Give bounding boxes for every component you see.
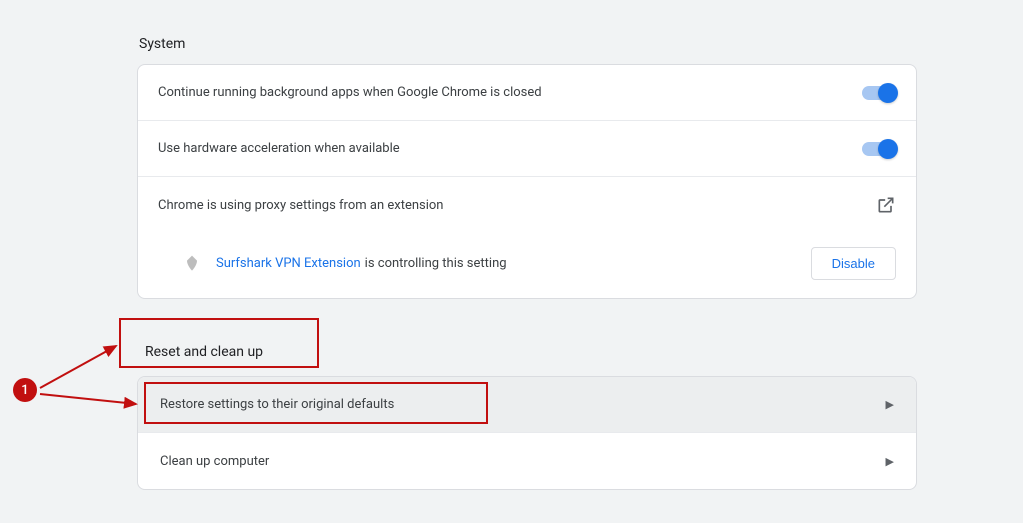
chevron-right-icon: ▶: [886, 455, 894, 468]
extension-msg: is controlling this setting: [365, 256, 507, 271]
hw-accel-toggle[interactable]: [862, 142, 896, 156]
proxy-label: Chrome is using proxy settings from an e…: [158, 198, 876, 213]
chevron-right-icon: ▶: [886, 398, 894, 411]
extension-icon: [182, 254, 202, 274]
background-apps-toggle[interactable]: [862, 86, 896, 100]
background-apps-row: Continue running background apps when Go…: [138, 65, 916, 121]
hw-accel-label: Use hardware acceleration when available: [158, 141, 862, 156]
background-apps-label: Continue running background apps when Go…: [158, 85, 862, 100]
restore-defaults-row[interactable]: Restore settings to their original defau…: [138, 377, 916, 433]
extension-link[interactable]: Surfshark VPN Extension: [216, 256, 361, 271]
toggle-knob: [878, 83, 898, 103]
toggle-knob: [878, 139, 898, 159]
cleanup-computer-label: Clean up computer: [160, 454, 886, 469]
annotation-arrow-1: [36, 340, 126, 396]
disable-button[interactable]: Disable: [811, 247, 896, 280]
annotation-arrow-2: [36, 390, 146, 414]
proxy-row[interactable]: Chrome is using proxy settings from an e…: [138, 177, 916, 233]
reset-card: Restore settings to their original defau…: [137, 376, 917, 490]
extension-control-row: Surfshark VPN Extension is controlling t…: [138, 233, 916, 298]
annotation-badge-1: 1: [13, 378, 37, 402]
restore-defaults-label: Restore settings to their original defau…: [160, 397, 886, 412]
cleanup-computer-row[interactable]: Clean up computer ▶: [138, 433, 916, 489]
system-section-title: System: [139, 36, 917, 52]
hw-accel-row: Use hardware acceleration when available: [138, 121, 916, 177]
reset-section-title: Reset and clean up: [139, 340, 269, 364]
external-link-icon: [876, 195, 896, 215]
system-card: Continue running background apps when Go…: [137, 64, 917, 299]
